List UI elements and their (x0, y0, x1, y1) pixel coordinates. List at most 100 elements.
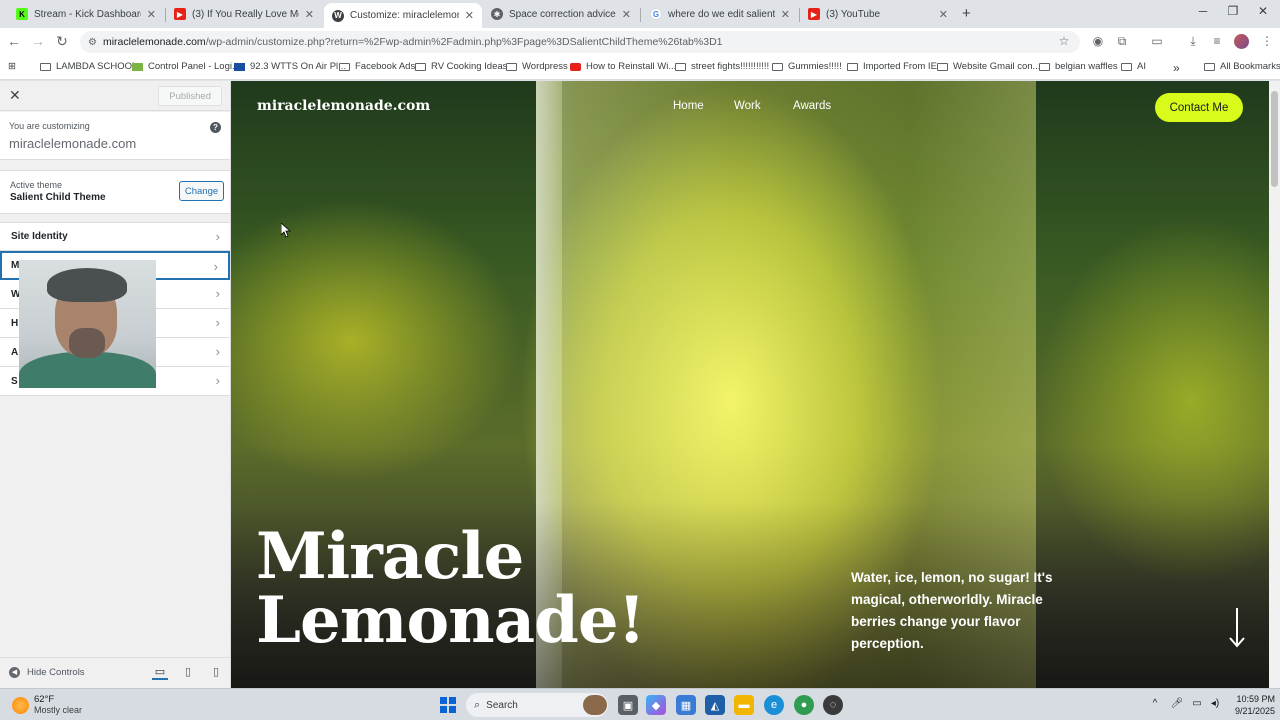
contact-me-button[interactable]: Contact Me (1155, 93, 1243, 122)
bookmark-item[interactable]: Imported From IE (847, 61, 937, 72)
forward-icon[interactable]: → (28, 33, 48, 49)
all-bookmarks-button[interactable]: All Bookmarks (1204, 61, 1280, 72)
bookmark-item[interactable]: Facebook Ads (339, 61, 415, 72)
tab-youtube[interactable]: ▶ (3) YouTube ✕ (800, 2, 956, 26)
windows-taskbar: 62°F Mostly clear ⌕ Search ▣ ◆ ▦ ◭ ▬ e ● … (0, 688, 1280, 720)
edge-icon[interactable]: e (764, 695, 784, 715)
window-close-icon[interactable]: ✕ (1248, 4, 1278, 18)
bookmark-label: Website Gmail con... (953, 61, 1041, 72)
bookmark-item[interactable]: belgian waffles (1039, 61, 1118, 72)
tab-title: Space correction advice (509, 8, 616, 20)
scroll-down-arrow-icon[interactable] (1227, 608, 1247, 648)
show-hidden-icons-icon[interactable]: ^ (1147, 698, 1163, 709)
task-view-icon[interactable]: ▣ (618, 695, 638, 715)
file-explorer-icon[interactable]: ▬ (734, 695, 754, 715)
more-bookmarks-button[interactable]: » (1173, 61, 1180, 75)
chevron-right-icon: › (215, 315, 220, 330)
taskbar-clock[interactable]: 10:59 PM 9/21/2025 (1225, 693, 1275, 717)
hero-title: Miracle Lemonade! (256, 525, 646, 653)
tab-customize[interactable]: W Customize: miraclelemonade.co ✕ (324, 3, 482, 28)
restore-icon[interactable]: ❐ (1218, 4, 1248, 18)
close-icon[interactable]: ✕ (465, 9, 474, 22)
scrollbar-thumb[interactable] (1271, 91, 1278, 187)
bookmark-item[interactable]: AI (1121, 61, 1146, 72)
bookmark-item[interactable]: Gummies!!!!! (772, 61, 842, 72)
back-icon[interactable]: ← (4, 33, 24, 49)
reload-icon[interactable]: ↻ (52, 33, 72, 50)
nav-work[interactable]: Work (734, 100, 761, 112)
bookmark-item[interactable]: street fights!!!!!!!!!!! (675, 61, 769, 72)
control-panel-icon (132, 62, 143, 71)
widget-image-icon[interactable] (583, 695, 607, 715)
change-theme-button[interactable]: Change (179, 181, 224, 201)
customizer-sidebar: ✕ Published You are customizing miraclel… (0, 81, 231, 688)
section-label: A (11, 346, 19, 358)
microphone-icon[interactable]: 🎤︎ (1169, 698, 1185, 709)
bookmark-item[interactable]: RV Cooking Ideas (415, 61, 507, 72)
site-info-icon[interactable]: ⚙ (88, 37, 97, 48)
photos-icon[interactable]: ◭ (705, 695, 725, 715)
address-bar[interactable]: ⚙ miraclelemonade.com/wp-admin/customize… (80, 31, 1080, 53)
tab-title: (3) YouTube (826, 8, 881, 20)
bookmark-label: LAMBDA SCHOOL (56, 61, 138, 72)
store-icon[interactable]: ▦ (676, 695, 696, 715)
folder-icon (1121, 62, 1132, 71)
bookmark-star-icon[interactable]: ☆ (1055, 34, 1073, 48)
chevron-right-icon: › (215, 229, 220, 244)
collapse-icon: ◀ (9, 667, 20, 678)
bookmark-item[interactable]: How to Reinstall Wi... (570, 61, 676, 72)
help-icon[interactable]: ? (210, 122, 221, 133)
bookmark-label: Facebook Ads (355, 61, 416, 72)
tab-youtube-song[interactable]: ▶ (3) If You Really Love Me - YouT ✕ (166, 2, 322, 26)
cast-icon[interactable]: ▭ (1148, 34, 1166, 48)
site-logo[interactable]: miraclelemonade.com (257, 98, 430, 114)
bookmark-item[interactable]: 92.3 WTTS On Air Pl... (234, 61, 346, 72)
close-icon[interactable]: ✕ (147, 8, 156, 21)
close-customizer-icon[interactable]: ✕ (9, 87, 21, 104)
volume-icon[interactable]: ◂) (1207, 698, 1223, 709)
tab-title: Customize: miraclelemonade.co (350, 10, 459, 21)
reading-list-icon[interactable]: ≡ (1208, 34, 1226, 48)
nav-awards[interactable]: Awards (793, 100, 831, 112)
close-icon[interactable]: ✕ (622, 8, 631, 21)
puzzle-icon[interactable]: ⧉ (1113, 34, 1131, 49)
bookmark-label: All Bookmarks (1220, 61, 1280, 72)
bookmark-item[interactable]: Website Gmail con... (937, 61, 1040, 72)
customizing-site-name: miraclelemonade.com (9, 136, 137, 151)
published-button[interactable]: Published (158, 86, 222, 106)
mobile-preview-icon[interactable]: ▯ (208, 665, 224, 678)
close-icon[interactable]: ✕ (939, 8, 948, 21)
minimize-icon[interactable]: ─ (1188, 4, 1218, 18)
hero-description: Water, ice, lemon, no sugar! It's magica… (851, 570, 1053, 651)
tab-google-search[interactable]: G where do we edit salient theme ✕ (642, 2, 798, 26)
google-icon: G (650, 8, 662, 20)
bookmark-item[interactable]: LAMBDA SCHOOL (40, 61, 137, 72)
copilot-icon[interactable]: ◆ (646, 695, 666, 715)
close-icon[interactable]: ✕ (305, 8, 314, 21)
display-icon[interactable]: ▭ (1189, 698, 1205, 709)
bookmark-item[interactable]: Wordpress (506, 61, 568, 72)
download-icon[interactable]: ⤓ (1184, 34, 1202, 49)
close-icon[interactable]: ✕ (781, 8, 790, 21)
windows-start-icon[interactable] (440, 697, 456, 713)
new-tab-button[interactable]: + (962, 5, 971, 22)
app-icon[interactable]: ◌ (823, 695, 843, 715)
extension-icon[interactable]: ◉ (1089, 34, 1107, 48)
preview-scrollbar[interactable] (1269, 81, 1280, 688)
desktop-preview-icon[interactable]: ▭ (152, 665, 168, 680)
bookmark-item[interactable]: Control Panel - Logi... (132, 61, 240, 72)
url-path: /wp-admin/customize.php?return=%2Fwp-adm… (205, 36, 723, 48)
tab-space-correction[interactable]: ✱ Space correction advice ✕ (483, 2, 639, 26)
mouse-cursor-icon (281, 223, 291, 238)
tab-kick-dashboard[interactable]: K Stream - Kick Dashboard ✕ (8, 2, 164, 26)
profile-avatar[interactable] (1234, 34, 1249, 49)
apps-grid-icon[interactable]: ⊞ (8, 61, 16, 72)
section-site-identity[interactable]: Site Identity › (0, 222, 230, 251)
menu-dots-icon[interactable]: ⋮ (1258, 34, 1276, 48)
hide-controls-button[interactable]: ◀ Hide Controls (9, 667, 85, 678)
tablet-preview-icon[interactable]: ▯ (180, 665, 196, 678)
weather-widget[interactable]: 62°F Mostly clear (12, 694, 82, 716)
chrome-icon[interactable]: ● (794, 695, 814, 715)
nav-home[interactable]: Home (673, 100, 704, 112)
weather-moon-icon (12, 696, 29, 714)
